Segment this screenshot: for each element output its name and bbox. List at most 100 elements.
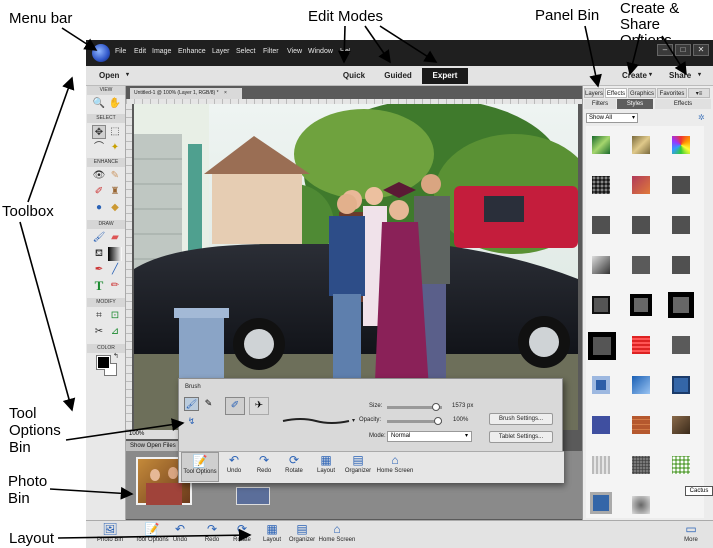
menu-file[interactable]: File xyxy=(115,48,126,55)
options-home-screen-button[interactable]: ⌂ Home Screen xyxy=(373,452,417,480)
style-swatch[interactable] xyxy=(672,176,690,194)
menu-select[interactable]: Select xyxy=(236,48,255,55)
tab-effects[interactable]: Effects xyxy=(605,88,627,98)
style-swatch[interactable] xyxy=(672,336,690,354)
tablet-settings-button[interactable]: Tablet Settings... xyxy=(489,431,553,443)
brush-tool-icon[interactable]: 🖌 xyxy=(92,231,106,245)
style-swatch[interactable] xyxy=(672,456,690,474)
panel-settings-icon[interactable]: ✲ xyxy=(698,113,705,122)
gradient-tool-icon[interactable] xyxy=(108,247,122,261)
brush-mode-icon[interactable]: ✐ xyxy=(225,397,245,415)
style-swatch[interactable] xyxy=(632,176,650,194)
home-screen-button[interactable]: ⌂ Home Screen xyxy=(314,521,360,548)
style-swatch[interactable] xyxy=(632,216,650,234)
color-replacement-icon[interactable]: ↯ xyxy=(184,415,199,429)
recompose-tool-icon[interactable]: ⊡ xyxy=(108,309,122,323)
marquee-tool-icon[interactable]: ⬚ xyxy=(108,125,122,139)
content-aware-move-icon[interactable]: ✂ xyxy=(92,325,106,339)
style-swatch[interactable] xyxy=(632,136,650,154)
tab-quick[interactable]: Quick xyxy=(342,68,366,84)
swap-colors-icon[interactable]: ↰ xyxy=(113,352,119,360)
create-button[interactable]: Create xyxy=(622,71,647,80)
sponge-tool-icon[interactable]: ◆ xyxy=(108,201,122,215)
style-swatch[interactable] xyxy=(632,336,650,354)
zoom-tool-icon[interactable]: 🔍 xyxy=(92,97,106,111)
size-slider-knob[interactable] xyxy=(432,403,441,411)
style-swatch[interactable] xyxy=(668,292,694,318)
photo-bin-thumbnail-2[interactable] xyxy=(236,487,270,505)
share-chevron-down-icon[interactable]: ▾ xyxy=(698,71,701,78)
minimize-icon[interactable]: – xyxy=(657,44,673,56)
brush-preview-stroke[interactable] xyxy=(281,415,351,427)
brush-icon[interactable]: 🖌 xyxy=(184,397,199,411)
style-swatch[interactable] xyxy=(672,416,690,434)
zoom-level[interactable]: 100% xyxy=(126,430,186,439)
style-swatch[interactable] xyxy=(632,496,650,514)
style-swatch[interactable] xyxy=(592,376,610,394)
menu-window[interactable]: Window xyxy=(308,48,333,55)
menu-help[interactable]: Help xyxy=(340,48,350,55)
style-swatch[interactable] xyxy=(592,176,610,194)
smart-brush-icon[interactable]: ✐ xyxy=(92,185,106,199)
close-document-icon[interactable]: × xyxy=(224,90,227,96)
style-swatch[interactable] xyxy=(592,456,610,474)
menu-edit[interactable]: Edit xyxy=(134,48,146,55)
airbrush-icon[interactable]: ✈ xyxy=(249,397,269,415)
style-swatch[interactable] xyxy=(672,376,690,394)
photo-bin-button[interactable]: 🖼 Photo Bin xyxy=(90,521,130,548)
style-swatch[interactable] xyxy=(630,294,652,316)
eyedropper-icon[interactable]: ✒ xyxy=(92,263,106,277)
panel-menu-icon[interactable]: ▾≡ xyxy=(688,88,710,98)
clone-stamp-icon[interactable]: ♜ xyxy=(108,185,122,199)
maximize-icon[interactable]: □ xyxy=(675,44,691,56)
tab-layers[interactable]: Layers xyxy=(584,88,604,98)
create-chevron-down-icon[interactable]: ▾ xyxy=(649,71,652,78)
menu-layer[interactable]: Layer xyxy=(212,48,230,55)
style-swatch[interactable] xyxy=(590,492,612,514)
options-rotate-button[interactable]: ⟳ Rotate xyxy=(277,452,311,480)
pencil-tool-icon[interactable]: ✏ xyxy=(108,279,122,293)
options-layout-button[interactable]: ▦ Layout xyxy=(309,452,343,480)
mode-select[interactable]: Normal ▾ xyxy=(387,431,472,442)
brush-preset-chevron-icon[interactable]: ▾ xyxy=(352,417,355,424)
style-swatch[interactable] xyxy=(672,256,690,274)
custom-shape-icon[interactable]: ╱ xyxy=(108,263,122,277)
tab-favorites[interactable]: Favorites xyxy=(657,88,687,98)
tab-expert[interactable]: Expert xyxy=(422,68,468,84)
move-tool-icon[interactable]: ✥ xyxy=(92,125,106,139)
more-button[interactable]: ▭ More xyxy=(674,521,708,548)
options-organizer-button[interactable]: ▤ Organizer xyxy=(339,452,377,480)
open-chevron-down-icon[interactable]: ▾ xyxy=(126,71,129,78)
hand-tool-icon[interactable]: ✋ xyxy=(108,97,122,111)
menu-enhance[interactable]: Enhance xyxy=(178,48,206,55)
subtab-styles[interactable]: Styles xyxy=(617,99,653,109)
tab-guided[interactable]: Guided xyxy=(380,68,416,84)
tool-options-toggle-button[interactable]: 📝 Tool Options xyxy=(181,452,219,482)
style-swatch[interactable] xyxy=(632,416,650,434)
share-button[interactable]: Share xyxy=(669,71,691,80)
subtab-effects[interactable]: Effects xyxy=(655,99,711,109)
straighten-tool-icon[interactable]: ⊿ xyxy=(108,325,122,339)
show-all-dropdown[interactable]: Show All ▾ xyxy=(586,113,638,123)
style-swatch[interactable] xyxy=(592,136,610,154)
paint-bucket-icon[interactable]: ⛾ xyxy=(92,247,106,261)
options-undo-button[interactable]: ↶ Undo xyxy=(217,452,251,480)
brush-settings-button[interactable]: Brush Settings... xyxy=(489,413,553,425)
size-slider-track[interactable] xyxy=(387,403,442,411)
style-swatch[interactable] xyxy=(592,296,610,314)
style-swatch[interactable] xyxy=(672,136,690,154)
opacity-slider-knob[interactable] xyxy=(434,417,442,425)
eraser-tool-icon[interactable]: ▰ xyxy=(108,231,122,245)
red-eye-tool-icon[interactable]: 👁 xyxy=(92,169,106,183)
opacity-slider-track[interactable] xyxy=(387,417,442,425)
style-swatch[interactable] xyxy=(632,256,650,274)
style-swatch[interactable] xyxy=(592,256,610,274)
menu-view[interactable]: View xyxy=(287,48,302,55)
document-tab[interactable]: Untitled-1 @ 100% (Layer 1, RGB/8) * × xyxy=(130,88,242,99)
menu-filter[interactable]: Filter xyxy=(263,48,279,55)
menu-image[interactable]: Image xyxy=(152,48,171,55)
spot-healing-icon[interactable]: ✎ xyxy=(108,169,122,183)
open-button[interactable]: Open xyxy=(99,71,119,80)
blur-tool-icon[interactable]: ● xyxy=(92,201,106,215)
tab-graphics[interactable]: Graphics xyxy=(628,88,656,98)
